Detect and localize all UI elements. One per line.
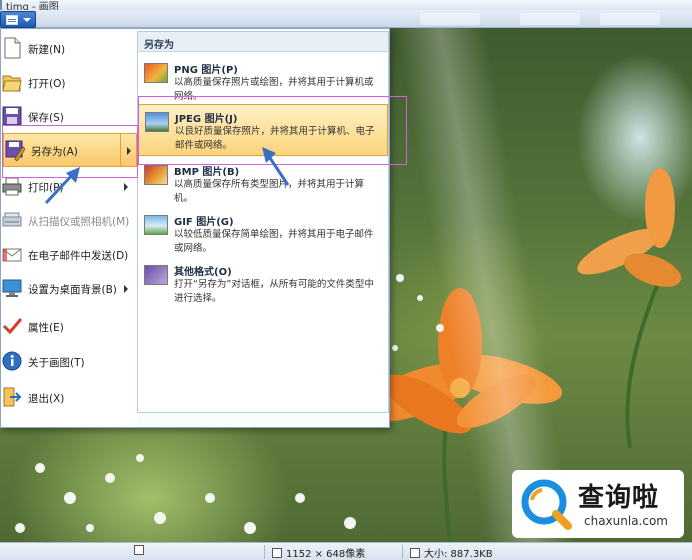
submenu-title: 另存为 xyxy=(138,32,388,52)
exit-icon xyxy=(3,387,22,407)
paint-app-icon xyxy=(0,0,2,10)
watermark-en-text: chaxunla.com xyxy=(584,514,668,528)
menu-item-scanner: 从扫描仪或照相机(M) xyxy=(1,204,137,238)
watermark-cn-text: 查询啦 xyxy=(578,483,660,513)
window-title-bar[interactable]: timg - 画图 xyxy=(0,0,692,13)
ribbon-tab-placeholder xyxy=(600,13,660,25)
status-bar: 1152 × 648像素 大小: 887.3KB xyxy=(0,542,692,560)
menu-item-exit[interactable]: 退出(X) xyxy=(1,381,137,415)
status-separator xyxy=(402,545,403,559)
application-menu: 新建(N) 打开(O) 保存(S) 另存为(A) 打印(P) 从扫描仪或照相机(… xyxy=(0,28,390,428)
menu-item-desktop-background[interactable]: 设置为桌面背景(B) xyxy=(1,272,137,306)
open-folder-icon xyxy=(2,75,22,92)
other-formats-icon xyxy=(144,265,168,285)
annotation-arrow-icon xyxy=(262,147,290,186)
printer-icon xyxy=(2,177,22,196)
scanner-icon xyxy=(2,212,22,227)
desktop-background-icon xyxy=(2,279,22,297)
save-as-gif[interactable]: GIF 图片(G) 以较低质量保存简单绘图，并将其用于电子邮件或网络。 xyxy=(138,208,388,260)
new-document-icon xyxy=(4,37,21,59)
bmp-image-icon xyxy=(144,165,168,185)
menu-item-new[interactable]: 新建(N) xyxy=(1,32,137,66)
save-disk-icon xyxy=(2,106,22,126)
png-image-icon xyxy=(144,63,168,83)
search-logo-icon xyxy=(521,479,572,530)
status-separator xyxy=(264,545,265,559)
menu-item-email[interactable]: 在电子邮件中发送(D) xyxy=(1,238,137,272)
email-icon xyxy=(2,248,22,262)
ribbon-tab-placeholder xyxy=(420,13,480,25)
save-as-submenu: 另存为 PNG 图片(P) 以高质量保存照片或绘图，并将其用于计算机或网络。 J… xyxy=(137,31,389,413)
save-as-other-formats[interactable]: 其他格式(O) 打开“另存为”对话框，从所有可能的文件类型中进行选择。 xyxy=(138,258,388,310)
menu-item-about[interactable]: 关于画图(T) xyxy=(1,345,137,379)
ribbon-tab-placeholder xyxy=(520,13,580,25)
cursor-position-icon xyxy=(134,545,148,555)
dimensions-icon xyxy=(272,547,282,558)
info-icon xyxy=(2,351,22,371)
file-size: 大小: 887.3KB xyxy=(410,545,493,560)
paint-menu-icon xyxy=(6,15,18,25)
app-menu-commands: 新建(N) 打开(O) 保存(S) 另存为(A) 打印(P) 从扫描仪或照相机(… xyxy=(1,29,137,427)
gif-image-icon xyxy=(144,215,168,235)
ribbon-bar xyxy=(0,10,692,28)
chevron-down-icon xyxy=(23,18,31,22)
menu-item-open[interactable]: 打开(O) xyxy=(1,66,137,100)
image-dimensions: 1152 × 648像素 xyxy=(272,545,365,560)
annotation-arrow-icon xyxy=(44,167,80,205)
disk-icon xyxy=(410,547,420,558)
checkmark-properties-icon xyxy=(2,318,22,335)
watermark-logo: 查询啦 chaxunla.com xyxy=(512,470,684,538)
chevron-right-icon xyxy=(124,285,128,293)
application-menu-button[interactable] xyxy=(0,11,36,28)
chevron-right-icon xyxy=(124,183,128,191)
menu-item-properties[interactable]: 属性(E) xyxy=(1,310,137,344)
